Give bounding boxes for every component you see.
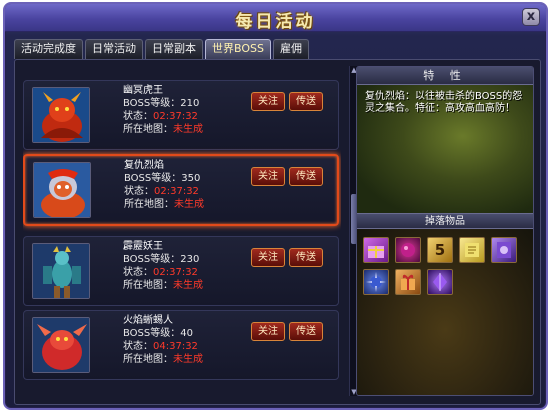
boss-status-row: 状态：02:37:32 [124, 185, 204, 198]
map-label: 所在地图： [123, 124, 173, 135]
traits-area: 复仇烈焰：以往被击杀的BOSS的怨灵之集合。特征：高攻高血高防！ [357, 85, 533, 213]
boss-map-row: 所在地图：未生成 [123, 279, 203, 292]
boss-entry[interactable]: 火焰蜥蜴人 BOSS等级：40 状态：04:37:32 所在地图：未生成 关注 … [23, 310, 339, 380]
map-label: 所在地图： [123, 280, 173, 291]
boss-status-row: 状态：02:37:32 [123, 266, 203, 279]
teleport-button[interactable]: 传送 [289, 92, 323, 111]
respawn-timer: 02:37:32 [153, 111, 198, 122]
boss-name: 复仇烈焰 [124, 160, 164, 171]
tab-daily-dungeon[interactable]: 日常副本 [145, 39, 203, 59]
daily-activity-window: 每日活动 x 活动完成度 日常活动 日常副本 世界BOSS 雇佣 幽冥虎王 BO… [3, 2, 548, 410]
level-label: BOSS等级： [123, 98, 181, 109]
close-button[interactable]: x [522, 8, 540, 26]
boss-status-row: 状态：04:37:32 [123, 340, 203, 353]
boss-list: 幽冥虎王 BOSS等级：210 状态：02:37:32 所在地图：未生成 关注 … [23, 66, 341, 396]
respawn-timer: 04:37:32 [153, 341, 198, 352]
boss-entry[interactable]: 幽冥虎王 BOSS等级：210 状态：02:37:32 所在地图：未生成 关注 … [23, 80, 339, 150]
respawn-timer: 02:37:32 [154, 186, 199, 197]
tab-completion[interactable]: 活动完成度 [14, 39, 83, 59]
orb-icon[interactable] [395, 237, 421, 263]
content-panel: 幽冥虎王 BOSS等级：210 状态：02:37:32 所在地图：未生成 关注 … [14, 59, 541, 405]
crystal-icon[interactable] [427, 269, 453, 295]
scroll-icon[interactable] [459, 237, 485, 263]
boss-level-row: BOSS等级：210 [123, 97, 203, 110]
boss-info: 复仇烈焰 BOSS等级：350 状态：02:37:32 所在地图：未生成 [124, 159, 204, 211]
boss-portrait-tiger-demon [32, 87, 90, 143]
status-label: 状态： [124, 186, 154, 197]
boss-level: 210 [180, 98, 200, 109]
boss-map: 未生成 [174, 199, 204, 210]
boss-map: 未生成 [173, 354, 203, 365]
boss-info: 幽冥虎王 BOSS等级：210 状态：02:37:32 所在地图：未生成 [123, 84, 203, 136]
boss-map: 未生成 [173, 280, 203, 291]
map-label: 所在地图： [124, 199, 174, 210]
level-label: BOSS等级： [123, 254, 181, 265]
status-label: 状态： [123, 341, 153, 352]
boss-map: 未生成 [173, 124, 203, 135]
boss-info: 火焰蜥蜴人 BOSS等级：40 状态：04:37:32 所在地图：未生成 [123, 314, 203, 366]
level-label: BOSS等级： [123, 328, 181, 339]
tab-daily[interactable]: 日常活动 [85, 39, 143, 59]
gift-icon[interactable] [395, 269, 421, 295]
boss-status-row: 状态：02:37:32 [123, 110, 203, 123]
traits-header: 特 性 [357, 67, 533, 85]
spiked-orb-icon[interactable] [363, 269, 389, 295]
boss-name: 幽冥虎王 [123, 85, 163, 96]
tab-world-boss[interactable]: 世界BOSS [205, 39, 271, 59]
title-bar: 每日活动 x [5, 4, 546, 32]
boss-map-row: 所在地图：未生成 [124, 198, 204, 211]
boss-portrait-fire-lizard [32, 317, 90, 373]
status-label: 状态： [123, 267, 153, 278]
map-label: 所在地图： [123, 354, 173, 365]
window-title: 每日活动 [235, 12, 316, 32]
boss-level: 40 [180, 328, 193, 339]
drops-area: 5 [357, 229, 533, 395]
boss-level-row: BOSS等级：350 [124, 172, 204, 185]
boss-map-row: 所在地图：未生成 [123, 353, 203, 366]
boss-portrait-thunder-demon [32, 243, 90, 299]
respawn-timer: 02:37:32 [153, 267, 198, 278]
boss-level-row: BOSS等级：40 [123, 327, 203, 340]
tab-bar: 活动完成度 日常活动 日常副本 世界BOSS 雇佣 [14, 39, 309, 59]
boss-level: 350 [181, 173, 201, 184]
rune-card-icon[interactable] [491, 237, 517, 263]
boss-name: 霹靂妖王 [123, 241, 163, 252]
follow-button[interactable]: 关注 [251, 92, 285, 111]
boss-level-row: BOSS等级：230 [123, 253, 203, 266]
gift-box-icon[interactable] [363, 237, 389, 263]
boss-entry[interactable]: 霹靂妖王 BOSS等级：230 状态：02:37:32 所在地图：未生成 关注 … [23, 236, 339, 306]
boss-name: 火焰蜥蜴人 [123, 315, 173, 326]
number-card-icon[interactable]: 5 [427, 237, 453, 263]
teleport-button[interactable]: 传送 [289, 167, 323, 186]
drops-header: 掉落物品 [357, 213, 533, 229]
follow-button[interactable]: 关注 [251, 248, 285, 267]
teleport-button[interactable]: 传送 [289, 322, 323, 341]
follow-button[interactable]: 关注 [251, 167, 285, 186]
level-label: BOSS等级： [124, 173, 182, 184]
boss-portrait-flame-avenger [33, 162, 91, 218]
boss-info: 霹靂妖王 BOSS等级：230 状态：02:37:32 所在地图：未生成 [123, 240, 203, 292]
status-label: 状态： [123, 111, 153, 122]
follow-button[interactable]: 关注 [251, 322, 285, 341]
boss-entry-selected[interactable]: 复仇烈焰 BOSS等级：350 状态：02:37:32 所在地图：未生成 关注 … [23, 154, 339, 226]
boss-map-row: 所在地图：未生成 [123, 123, 203, 136]
boss-detail-panel: 特 性 复仇烈焰：以往被击杀的BOSS的怨灵之集合。特征：高攻高血高防！ 掉落物… [356, 66, 534, 396]
traits-description: 复仇烈焰：以往被击杀的BOSS的怨灵之集合。特征：高攻高血高防！ [365, 91, 523, 114]
teleport-button[interactable]: 传送 [289, 248, 323, 267]
boss-level: 230 [180, 254, 200, 265]
tab-hire[interactable]: 雇佣 [272, 39, 309, 59]
